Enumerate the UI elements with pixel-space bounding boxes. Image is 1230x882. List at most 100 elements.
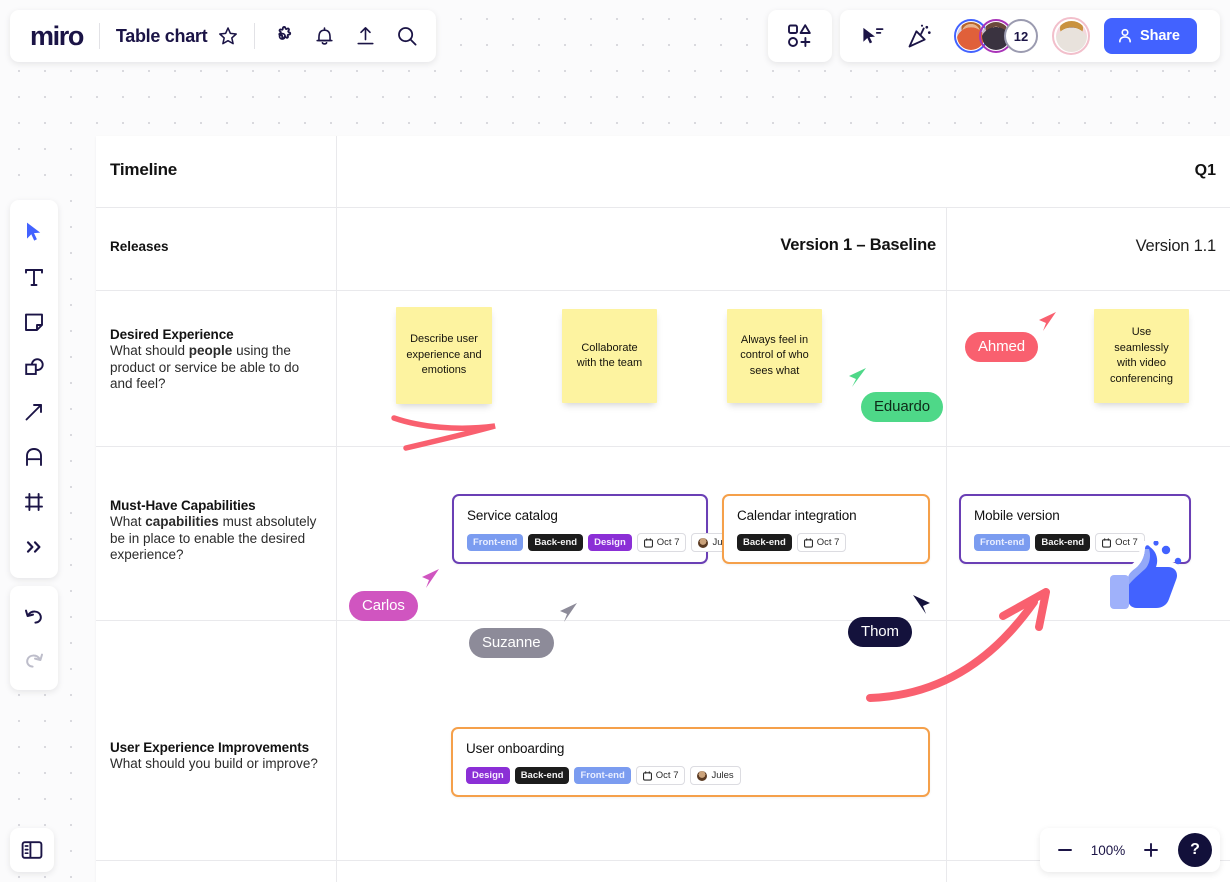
star-icon[interactable] bbox=[218, 26, 238, 46]
arrow-tool[interactable] bbox=[14, 389, 54, 434]
avatar bbox=[697, 770, 708, 781]
tag-chip[interactable]: Back-end bbox=[514, 767, 570, 784]
board-title[interactable]: Table chart bbox=[116, 26, 208, 47]
due-date-text: Oct 7 bbox=[816, 537, 840, 548]
card-user-onboarding[interactable]: User onboarding Design Back-end Front-en… bbox=[451, 727, 930, 797]
assignee-name: Jules bbox=[711, 770, 734, 781]
cursor-pointer-ahmed bbox=[1039, 312, 1056, 331]
column-divider bbox=[946, 207, 947, 882]
cursor-label-ahmed: Ahmed bbox=[965, 332, 1039, 362]
party-popper-icon[interactable] bbox=[907, 24, 932, 49]
due-date-text: Oct 7 bbox=[655, 770, 679, 781]
tag-chip[interactable]: Front-end bbox=[467, 534, 524, 551]
miro-logo[interactable]: miro bbox=[30, 21, 84, 52]
card-title: Calendar integration bbox=[737, 508, 857, 523]
card-chips: Front-end Back-end Design Oct 7 Jules bbox=[467, 533, 742, 552]
history-toolbar bbox=[10, 586, 58, 690]
card-calendar-integration[interactable]: Calendar integration Back-end Oct 7 bbox=[722, 494, 930, 564]
collaborator-avatars[interactable]: 12 bbox=[954, 19, 1038, 53]
bell-icon[interactable] bbox=[314, 25, 335, 47]
calendar-icon bbox=[643, 537, 653, 548]
row-divider bbox=[96, 290, 1230, 291]
miro-board-canvas[interactable]: Timeline Q1 Releases Version 1 – Baselin… bbox=[0, 0, 1230, 882]
sticky-note[interactable]: Describe user experience and emotions bbox=[396, 307, 492, 404]
text-tool[interactable] bbox=[14, 254, 54, 299]
releases-row-label: Releases bbox=[110, 239, 169, 254]
pen-tool[interactable] bbox=[14, 434, 54, 479]
cursor-pointer-suzanne bbox=[560, 603, 577, 622]
row-divider bbox=[96, 446, 1230, 447]
cursor-pointer-eduardo bbox=[849, 368, 866, 387]
avatar-image bbox=[1055, 20, 1087, 52]
zoom-in-button[interactable] bbox=[1140, 839, 1162, 861]
thumbs-up-sticker[interactable] bbox=[1104, 541, 1192, 619]
frame-icon bbox=[25, 492, 43, 511]
top-toolbar-right: 12 Share bbox=[840, 10, 1220, 62]
divider bbox=[254, 23, 256, 49]
tag-chip[interactable]: Back-end bbox=[1035, 534, 1091, 551]
select-tool[interactable] bbox=[14, 209, 54, 254]
cursor-arrow-icon bbox=[27, 222, 41, 241]
more-tools[interactable] bbox=[14, 524, 54, 569]
collaborator-count[interactable]: 12 bbox=[1004, 19, 1038, 53]
cursor-label-eduardo: Eduardo bbox=[861, 392, 944, 422]
avatar bbox=[698, 537, 709, 548]
redo-icon bbox=[26, 653, 43, 668]
share-label: Share bbox=[1140, 28, 1180, 44]
sticky-note[interactable]: Collaborate with the team bbox=[562, 309, 657, 403]
tag-chip[interactable]: Front-end bbox=[974, 534, 1031, 551]
shapes-tool[interactable] bbox=[14, 344, 54, 389]
due-date-chip[interactable]: Oct 7 bbox=[636, 533, 687, 552]
row-title: User Experience Improvements bbox=[110, 740, 310, 755]
row-title: Must-Have Capabilities bbox=[110, 498, 256, 513]
person-icon bbox=[1119, 28, 1131, 43]
panel-layout-icon bbox=[21, 841, 43, 859]
zoom-controls: 100% ? bbox=[1040, 828, 1220, 872]
assignee-chip[interactable]: Jules bbox=[690, 766, 741, 785]
due-date-chip[interactable]: Oct 7 bbox=[635, 766, 686, 785]
frame-tool[interactable] bbox=[14, 479, 54, 524]
sticky-note-tool[interactable] bbox=[14, 299, 54, 344]
due-date-text: Oct 7 bbox=[656, 537, 680, 548]
zoom-level[interactable]: 100% bbox=[1090, 843, 1126, 858]
shapes-icon bbox=[24, 357, 44, 375]
calendar-icon bbox=[803, 537, 813, 548]
cursor-select-icon[interactable] bbox=[860, 25, 885, 48]
search-icon[interactable] bbox=[396, 25, 418, 47]
panel-toggle-button[interactable] bbox=[10, 828, 54, 872]
tag-chip[interactable]: Design bbox=[588, 534, 632, 551]
minus-icon bbox=[1058, 849, 1072, 851]
card-service-catalog[interactable]: Service catalog Front-end Back-end Desig… bbox=[452, 494, 742, 564]
tag-chip[interactable]: Back-end bbox=[737, 534, 792, 551]
tag-chip[interactable]: Design bbox=[466, 767, 510, 784]
share-button[interactable]: Share bbox=[1104, 18, 1197, 54]
card-chips: Back-end Oct 7 bbox=[737, 533, 915, 552]
current-user-avatar[interactable] bbox=[1052, 17, 1090, 55]
left-toolbar bbox=[10, 200, 58, 578]
pen-icon bbox=[26, 447, 42, 466]
sticky-note[interactable]: Always feel in control of who sees what bbox=[727, 309, 822, 403]
cursor-label-thom: Thom bbox=[848, 617, 912, 647]
sticky-note[interactable]: Use seamlessly with video conferencing bbox=[1094, 309, 1189, 403]
row-label-must-have-capabilities: Must-Have Capabilities What capabilities… bbox=[110, 497, 322, 564]
upload-icon[interactable] bbox=[355, 25, 376, 47]
zoom-out-button[interactable] bbox=[1054, 839, 1076, 861]
apps-panel-button[interactable] bbox=[768, 10, 832, 62]
row-title: Desired Experience bbox=[110, 327, 234, 342]
red-scribble-underline bbox=[391, 415, 496, 451]
tag-chip[interactable]: Back-end bbox=[528, 534, 584, 551]
row-question: What should you build or improve? bbox=[110, 756, 318, 771]
help-button[interactable]: ? bbox=[1178, 833, 1212, 867]
cursor-pointer-thom bbox=[913, 595, 930, 614]
table-title: Timeline bbox=[110, 160, 178, 179]
release-version-1-1: Version 1.1 bbox=[1135, 237, 1217, 255]
text-icon bbox=[25, 268, 43, 286]
redo-button[interactable] bbox=[14, 638, 54, 682]
divider bbox=[98, 23, 100, 49]
sticky-note-icon bbox=[25, 313, 43, 331]
due-date-chip[interactable]: Oct 7 bbox=[796, 533, 847, 552]
tag-chip[interactable]: Front-end bbox=[574, 767, 631, 784]
release-version-1: Version 1 – Baseline bbox=[780, 236, 936, 254]
gear-icon[interactable] bbox=[271, 25, 294, 48]
undo-button[interactable] bbox=[14, 594, 54, 638]
